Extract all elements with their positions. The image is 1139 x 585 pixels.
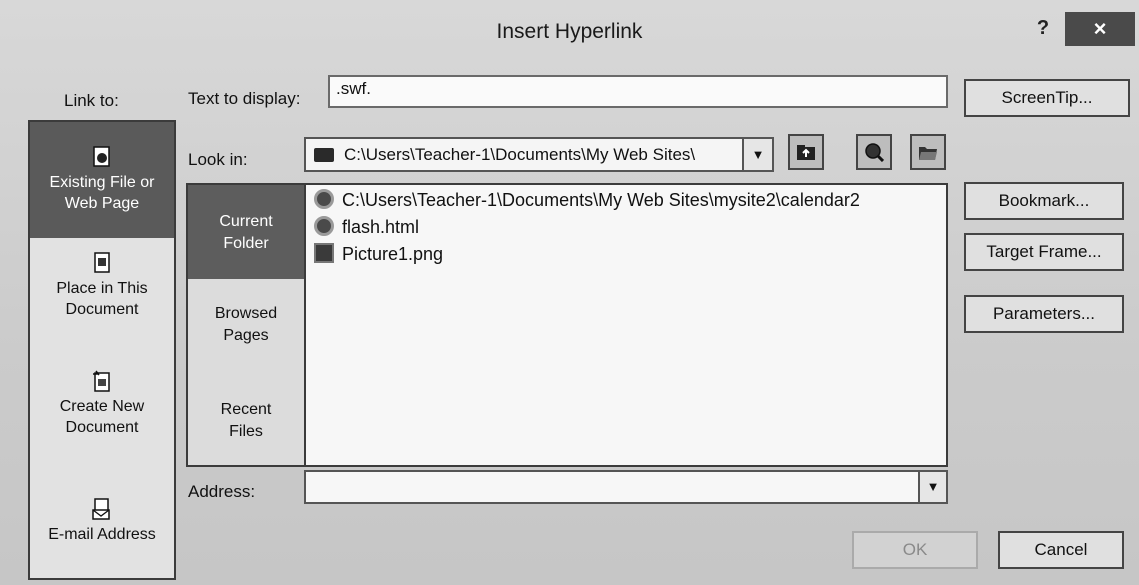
look-in-path: C:\Users\Teacher-1\Documents\My Web Site… [344,145,696,164]
link-existing-file-line1: Existing File or [49,174,155,191]
up-folder-icon [797,145,815,160]
tab-browsed-pages[interactable]: Browsed Pages [188,303,304,363]
file-name: Picture1.png [342,244,444,264]
chevron-down-icon[interactable]: ▼ [918,472,946,502]
link-place-line2: Document [65,301,139,318]
list-item[interactable]: C:\Users\Teacher-1\Documents\My Web Site… [314,189,942,215]
folder-icon [314,148,334,162]
tab-current-folder[interactable]: Current Folder [188,185,304,279]
link-existing-file[interactable]: Existing File or Web Page [30,122,174,238]
tab-recent-line1: Recent [220,401,272,418]
link-create-line2: Document [65,419,139,436]
web-page-icon [93,146,110,167]
web-page-icon [314,189,334,209]
link-create-new-document[interactable]: Create New Document [30,370,174,470]
screentip-button[interactable]: ScreenTip... [964,79,1130,117]
text-to-display-label: Text to display: [188,89,301,108]
ok-button[interactable]: OK [852,531,978,569]
folder-tabs: Current Folder Browsed Pages Recent File… [186,183,304,467]
browse-file-button[interactable] [910,134,946,170]
link-to-label: Link to: [64,91,119,110]
link-existing-file-line2: Web Page [64,195,140,212]
link-email-address[interactable]: E-mail Address [30,498,174,578]
up-folder-button[interactable] [788,134,824,170]
tab-current-line2: Folder [223,235,269,252]
link-email-line1: E-mail Address [48,526,156,543]
bookmark-button[interactable]: Bookmark... [964,182,1124,220]
tab-browsed-line1: Browsed [214,305,278,322]
browse-file-icon [919,147,937,160]
title-bar: Insert Hyperlink ? × [0,0,1139,62]
chevron-down-icon[interactable]: ▼ [742,139,772,170]
tab-current-line1: Current [219,213,273,230]
cancel-button[interactable]: Cancel [998,531,1124,569]
close-button[interactable]: × [1065,12,1135,46]
browse-web-button[interactable] [856,134,892,170]
web-page-icon [314,216,334,236]
help-button[interactable]: ? [1028,14,1058,42]
document-icon [94,252,110,273]
address-label: Address: [188,482,256,501]
list-item[interactable]: flash.html [314,216,942,242]
tab-recent-line2: Files [229,423,263,440]
text-to-display-input[interactable]: .swf. [328,75,948,108]
link-place-in-document[interactable]: Place in This Document [30,252,174,352]
look-in-label: Look in: [188,150,248,169]
tab-browsed-line2: Pages [223,327,269,344]
image-icon [314,243,334,263]
look-in-combo[interactable]: C:\Users\Teacher-1\Documents\My Web Site… [304,137,774,172]
browse-web-icon [865,143,884,162]
file-name: C:\Users\Teacher-1\Documents\My Web Site… [342,190,860,210]
address-combo[interactable]: ▼ [304,470,948,504]
parameters-button[interactable]: Parameters... [964,295,1124,333]
link-place-line1: Place in This [56,280,148,297]
tab-recent-files[interactable]: Recent Files [188,399,304,459]
link-create-line1: Create New [59,398,145,415]
email-icon [92,498,110,520]
file-list[interactable]: C:\Users\Teacher-1\Documents\My Web Site… [304,183,948,467]
link-to-bar: Existing File or Web Page Place in This … [28,120,176,580]
new-document-icon [93,370,110,392]
file-name: flash.html [342,217,420,237]
insert-hyperlink-dialog: Insert Hyperlink ? × Link to: Existing F… [0,0,1139,585]
dialog-title: Insert Hyperlink [496,20,643,43]
list-item[interactable]: Picture1.png [314,243,942,269]
target-frame-button[interactable]: Target Frame... [964,233,1124,271]
